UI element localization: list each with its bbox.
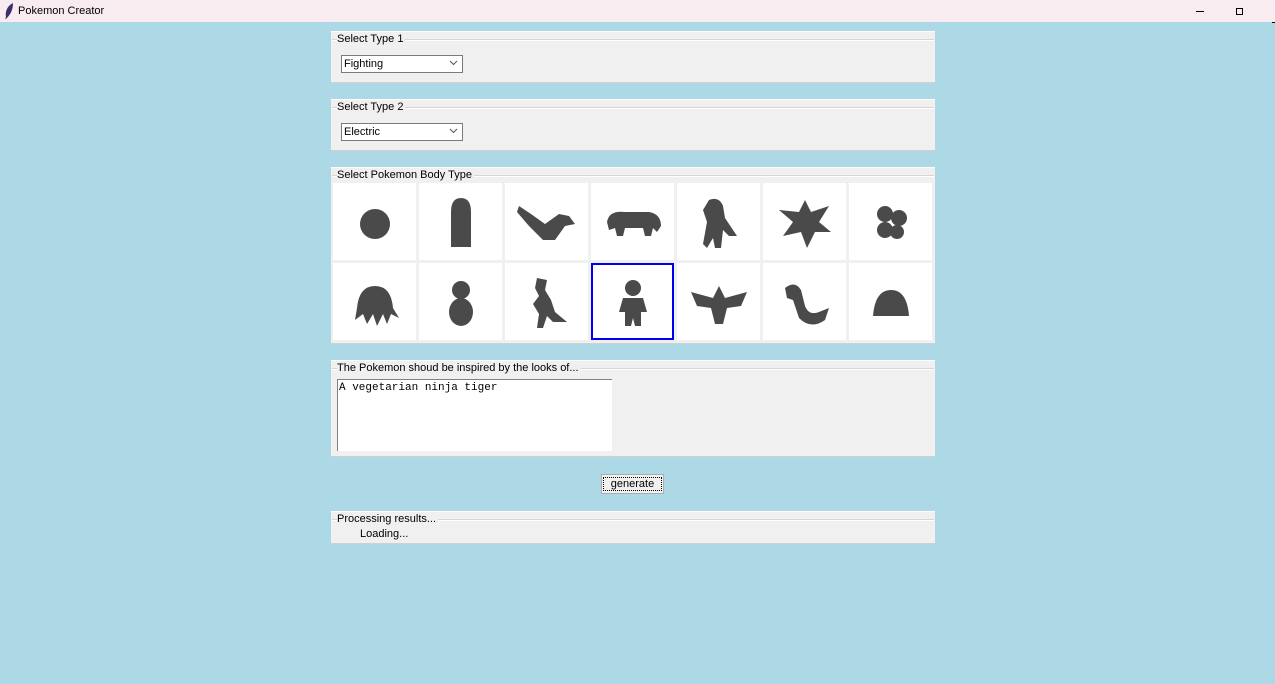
head-and-base-icon [872,289,909,316]
type2-select[interactable]: Electric [341,123,463,141]
results-legend: Processing results... [337,513,439,525]
tentacles-icon [354,285,399,326]
type2-legend: Select Type 2 [337,101,406,113]
title-bar: Pokemon Creator [0,0,1275,22]
minimize-icon [1196,10,1204,12]
results-frame: Processing results... Loading... [331,511,935,544]
status-text: Loading... [360,528,409,540]
inspiration-frame: The Pokemon shoud be inspired by the loo… [331,360,935,457]
humanoid-icon [618,279,647,326]
body-type-frame: Select Pokemon Body Type [331,167,935,344]
type2-frame: Select Type 2 Electric [331,99,935,151]
maximize-icon [1235,7,1243,15]
inspiration-text: A vegetarian ninja tiger [339,382,498,394]
body-type-serpentine-upright[interactable] [419,183,502,260]
body-type-head-and-base[interactable] [849,263,932,340]
window-title: Pokemon Creator [18,5,105,17]
head-only-icon [359,208,390,239]
single-pair-wings-icon [690,285,747,324]
type1-select[interactable]: Fighting [341,55,463,73]
maximize-button[interactable] [1221,0,1257,22]
quadruped-icon [606,211,661,236]
body-type-bipedal-tailed[interactable] [677,183,760,260]
body-type-tentacles[interactable] [333,263,416,340]
body-type-head-and-body[interactable] [419,263,502,340]
upright-body-icon [450,197,471,247]
body-type-legend: Select Pokemon Body Type [337,169,474,181]
head-and-body-icon [448,280,473,326]
body-type-quadruped[interactable] [591,183,674,260]
chevron-down-icon [449,128,458,134]
type1-frame: Select Type 1 Fighting [331,31,935,83]
body-type-head-and-legs[interactable] [591,263,674,340]
type2-value: Electric [344,126,381,138]
inspiration-textarea[interactable]: A vegetarian ninja tiger [337,379,612,451]
minimize-button[interactable] [1182,0,1218,22]
type1-legend: Select Type 1 [337,33,406,45]
body-type-multiple-bodies[interactable] [849,183,932,260]
body-type-single-pair-wings[interactable] [677,263,760,340]
multiple-wings-icon [778,199,831,248]
bipedal-tailed-icon [702,198,737,248]
generate-button[interactable]: generate [601,474,664,494]
body-type-bipedal-tailless[interactable] [505,263,588,340]
multiple-bodies-icon [876,205,907,239]
bipedal-dino-icon [532,277,567,328]
bird-shape-icon [516,205,575,240]
body-type-serpentine[interactable] [763,263,846,340]
body-type-head-only[interactable] [333,183,416,260]
inspiration-legend: The Pokemon shoud be inspired by the loo… [337,362,581,374]
generate-label: generate [602,477,663,491]
chevron-down-icon [449,60,458,66]
type1-value: Fighting [344,58,384,70]
body-type-multiple-wings[interactable] [763,183,846,260]
serpentine-icon [784,283,829,325]
feather-icon [5,3,13,19]
body-type-fish[interactable] [505,183,588,260]
